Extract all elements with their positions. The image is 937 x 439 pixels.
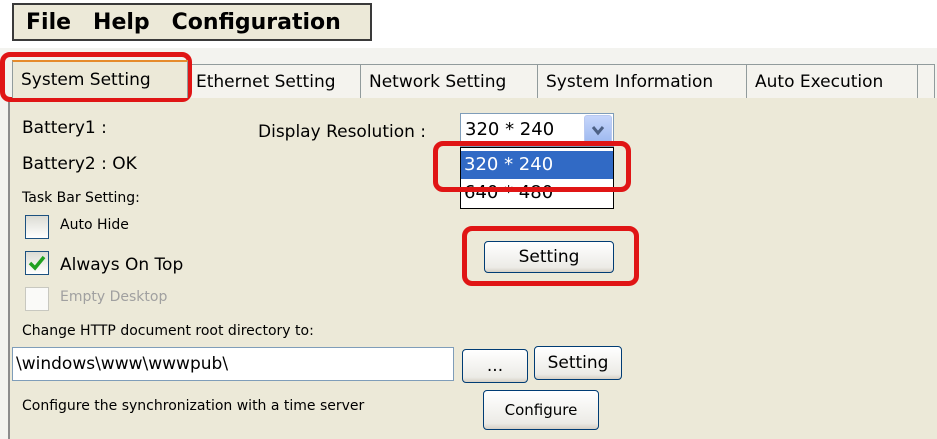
resolution-option-320x240[interactable]: 320 * 240 xyxy=(461,151,613,179)
empty-desktop-checkbox[interactable] xyxy=(25,287,49,311)
tab-network-setting[interactable]: Network Setting xyxy=(360,64,538,98)
resolution-select-value: 320 * 240 xyxy=(465,119,555,140)
menu-file[interactable]: File xyxy=(14,10,81,35)
time-sync-label: Configure the synchronization with a tim… xyxy=(22,398,365,414)
resolution-option-640x480[interactable]: 640 * 480 xyxy=(461,179,613,207)
menu-configuration[interactable]: Configuration xyxy=(160,10,351,35)
auto-hide-label: Auto Hide xyxy=(60,217,129,233)
http-root-input[interactable]: \windows\www\wwwpub\ xyxy=(12,347,454,381)
tab-system-setting[interactable]: System Setting xyxy=(12,60,188,98)
browse-button[interactable]: ... xyxy=(462,349,528,383)
screenshot: File Help Configuration System Setting E… xyxy=(0,0,937,439)
check-mark-icon xyxy=(28,255,46,271)
auto-hide-checkbox[interactable] xyxy=(25,215,49,239)
resolution-select[interactable]: 320 * 240 xyxy=(460,113,614,147)
chevron-down-icon xyxy=(591,126,605,136)
resolution-dropdown-list: 320 * 240 640 * 480 xyxy=(460,147,614,209)
http-root-label: Change HTTP document root directory to: xyxy=(22,323,314,339)
always-on-top-checkbox[interactable] xyxy=(25,251,49,275)
menu-help[interactable]: Help xyxy=(81,10,160,35)
tab-system-information[interactable]: System Information xyxy=(537,64,747,98)
http-setting-button[interactable]: Setting xyxy=(534,346,622,380)
tab-auto-execution[interactable]: Auto Execution xyxy=(746,64,918,98)
menu-bar: File Help Configuration xyxy=(12,3,372,41)
setting-button[interactable]: Setting xyxy=(484,241,614,273)
always-on-top-label: Always On Top xyxy=(60,255,184,275)
empty-desktop-label: Empty Desktop xyxy=(60,289,168,305)
taskbar-setting-label: Task Bar Setting: xyxy=(22,190,140,206)
tab-bar: System Setting Ethernet Setting Network … xyxy=(12,60,935,98)
tab-ethernet-setting[interactable]: Ethernet Setting xyxy=(187,64,361,98)
tab-overflow xyxy=(917,64,935,98)
display-resolution-label: Display Resolution : xyxy=(258,122,427,142)
battery1-label: Battery1 : xyxy=(22,118,107,138)
configure-button[interactable]: Configure xyxy=(483,390,599,430)
battery2-label: Battery2 : OK xyxy=(22,154,137,174)
resolution-dropdown-button[interactable] xyxy=(584,115,612,145)
